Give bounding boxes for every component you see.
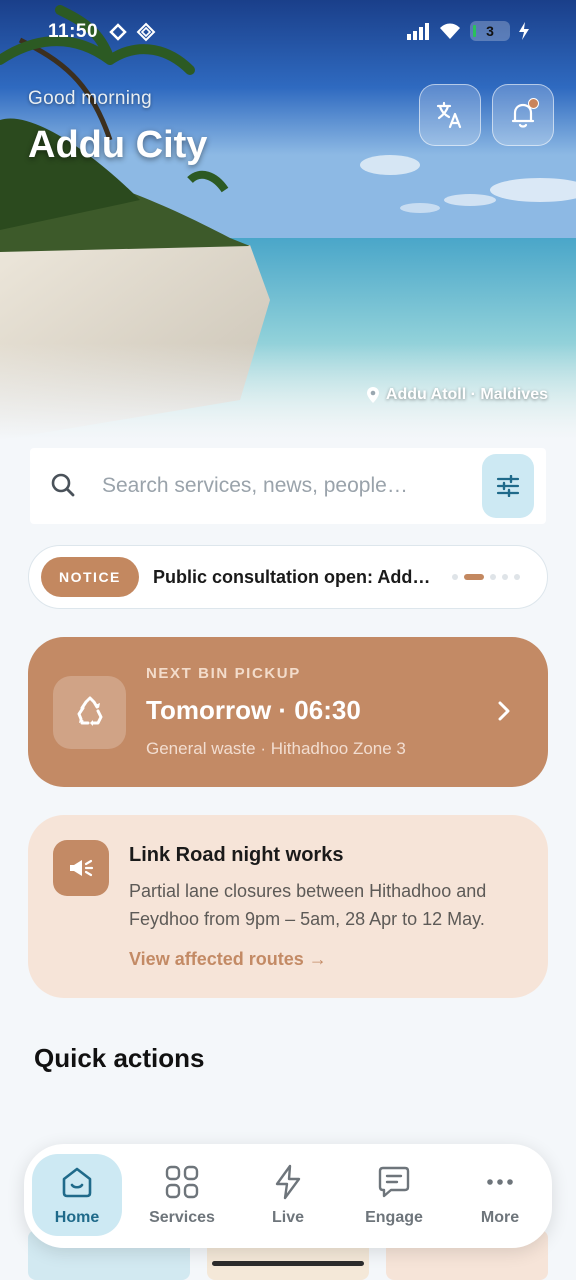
notice-banner[interactable]: NOTICE Public consultation open: Add… [28, 545, 548, 609]
filter-button[interactable] [482, 454, 534, 518]
home-indicator[interactable] [212, 1261, 364, 1266]
lightning-icon [275, 1164, 301, 1200]
notice-badge: NOTICE [41, 557, 139, 597]
bin-pickup-details: General waste · Hithadhoo Zone 3 [146, 739, 406, 758]
bottom-navigation: Home Services Live Engage More [24, 1144, 552, 1248]
view-affected-routes-link[interactable]: View affected routes → [129, 949, 327, 970]
megaphone-icon-box [53, 840, 109, 896]
nav-label-engage: Engage [365, 1209, 423, 1226]
nav-item-engage[interactable]: Engage [349, 1154, 439, 1236]
signal-icon [407, 23, 429, 40]
wifi-icon [440, 23, 460, 39]
recycle-icon [77, 696, 102, 726]
grid-icon [165, 1165, 199, 1199]
search-input[interactable] [102, 468, 432, 504]
app-notification-icon [136, 22, 156, 42]
more-icon [487, 1179, 513, 1185]
megaphone-icon [70, 859, 94, 877]
battery-indicator: 3 [470, 21, 510, 41]
carousel-dot-active [464, 574, 484, 580]
location-pin-icon [366, 387, 379, 403]
home-icon [62, 1167, 92, 1198]
nav-item-services[interactable]: Services [137, 1154, 227, 1236]
nav-label-live: Live [271, 1209, 304, 1226]
carousel-dot [490, 574, 496, 580]
hero-banner: 11:50 3 Good morning Addu City Addu Atol… [0, 0, 576, 440]
bin-pickup-kicker: NEXT BIN PICKUP [146, 665, 301, 682]
carousel-dot [452, 574, 458, 580]
status-bar: 11:50 3 [0, 0, 576, 64]
chat-icon [378, 1166, 410, 1198]
notice-text: Public consultation open: Add… [153, 567, 431, 587]
search-bar [30, 448, 546, 524]
chevron-right-icon [498, 701, 510, 721]
status-time: 11:50 [48, 21, 99, 42]
carousel-dot [502, 574, 508, 580]
bin-pickup-time: Tomorrow · 06:30 [146, 695, 361, 725]
notification-badge [528, 98, 539, 109]
charging-icon [519, 22, 529, 40]
nav-item-more[interactable]: More [455, 1154, 545, 1236]
app-notification-icon [109, 23, 127, 41]
beach-background-image [0, 0, 576, 440]
nav-item-home[interactable]: Home [32, 1154, 122, 1236]
bin-pickup-card[interactable]: NEXT BIN PICKUP Tomorrow · 06:30 General… [28, 637, 548, 787]
translate-button[interactable] [419, 84, 481, 146]
recycle-icon-box [53, 676, 126, 749]
roadworks-alert-card: Link Road night works Partial lane closu… [28, 815, 548, 998]
translate-icon [436, 101, 462, 129]
carousel-dot [514, 574, 520, 580]
nav-label-services: Services [149, 1209, 215, 1226]
location-text: Addu Atoll · Maldives [385, 386, 548, 403]
quick-actions-heading: Quick actions [34, 1043, 205, 1073]
status-right-icons: 3 [406, 21, 530, 41]
alert-title: Link Road night works [129, 844, 344, 866]
sliders-icon [496, 475, 520, 497]
nav-label-more: More [480, 1209, 520, 1226]
alert-body: Partial lane closures between Hithadhoo … [129, 881, 487, 929]
nav-label-home: Home [54, 1209, 100, 1226]
location-label: Addu Atoll · Maldives [366, 386, 548, 404]
notifications-button[interactable] [492, 84, 554, 146]
status-notification-icons [108, 22, 156, 42]
carousel-dots [452, 574, 520, 580]
greeting-text: Good morning [28, 88, 153, 109]
nav-item-live[interactable]: Live [243, 1154, 333, 1236]
search-icon [51, 473, 75, 497]
page-title: Addu City [28, 124, 208, 166]
